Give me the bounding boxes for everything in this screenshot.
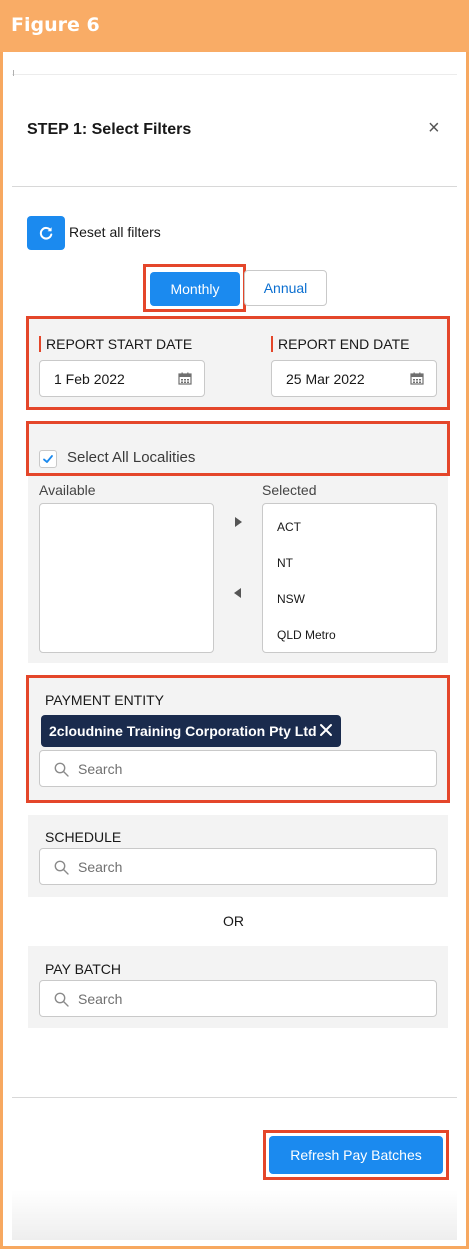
remove-pill-icon[interactable] — [319, 723, 333, 737]
end-date-label: REPORT END DATE — [278, 336, 410, 352]
required-marker — [39, 336, 41, 352]
search-placeholder: Search — [78, 859, 123, 875]
start-date-label: REPORT START DATE — [46, 336, 193, 352]
move-right-icon[interactable] — [235, 517, 242, 527]
end-date-value: 25 Mar 2022 — [286, 370, 365, 387]
list-item[interactable]: NSW — [277, 592, 305, 606]
end-date-input[interactable]: 25 Mar 2022 — [271, 360, 437, 397]
footer-divider — [12, 1097, 457, 1098]
available-label: Available — [39, 482, 96, 498]
figure-title: Figure 6 — [11, 14, 100, 36]
available-list[interactable] — [39, 503, 214, 653]
bottom-shadow — [12, 1190, 457, 1240]
calendar-icon[interactable] — [178, 372, 192, 385]
reset-filters-label[interactable]: Reset all filters — [69, 224, 161, 240]
reset-filters-button[interactable] — [27, 216, 65, 250]
modal-title: STEP 1: Select Filters — [27, 121, 192, 138]
modal-corner-tick — [13, 70, 14, 76]
close-icon[interactable]: × — [428, 118, 440, 138]
or-separator: OR — [223, 913, 244, 929]
list-item[interactable]: ACT — [277, 520, 301, 534]
list-item[interactable]: QLD Metro — [277, 628, 336, 642]
annual-button[interactable]: Annual — [244, 270, 327, 306]
payment-entity-label: PAYMENT ENTITY — [45, 692, 165, 708]
figure-header: Figure 6 — [0, 0, 469, 52]
pay-batch-search-input[interactable]: Search — [39, 980, 437, 1017]
refresh-pay-batches-button[interactable]: Refresh Pay Batches — [269, 1136, 443, 1174]
select-all-checkbox[interactable] — [39, 450, 57, 468]
search-icon — [54, 992, 69, 1007]
search-icon — [54, 860, 69, 875]
required-marker — [271, 336, 273, 352]
pay-batch-label: PAY BATCH — [45, 961, 121, 977]
payment-entity-pill: 2cloudnine Training Corporation Pty Ltd — [41, 715, 341, 747]
search-icon — [54, 762, 69, 777]
monthly-button[interactable]: Monthly — [150, 272, 240, 306]
payment-entity-search-input[interactable]: Search — [39, 750, 437, 787]
selected-list[interactable]: ACT NT NSW QLD Metro — [262, 503, 437, 653]
search-placeholder: Search — [78, 991, 123, 1007]
payment-entity-pill-label: 2cloudnine Training Corporation Pty Ltd — [49, 723, 317, 739]
schedule-search-input[interactable]: Search — [39, 848, 437, 885]
select-all-label[interactable]: Select All Localities — [67, 449, 195, 466]
selected-label: Selected — [262, 482, 317, 498]
start-date-input[interactable]: 1 Feb 2022 — [39, 360, 205, 397]
refresh-icon — [39, 226, 53, 240]
modal-top-rule — [12, 74, 457, 75]
start-date-value: 1 Feb 2022 — [54, 370, 125, 387]
header-divider — [12, 186, 457, 187]
schedule-label: SCHEDULE — [45, 829, 122, 845]
search-placeholder: Search — [78, 761, 123, 777]
list-item[interactable]: NT — [277, 556, 293, 570]
calendar-icon[interactable] — [410, 372, 424, 385]
checkmark-icon — [43, 455, 53, 463]
move-left-icon[interactable] — [234, 588, 241, 598]
